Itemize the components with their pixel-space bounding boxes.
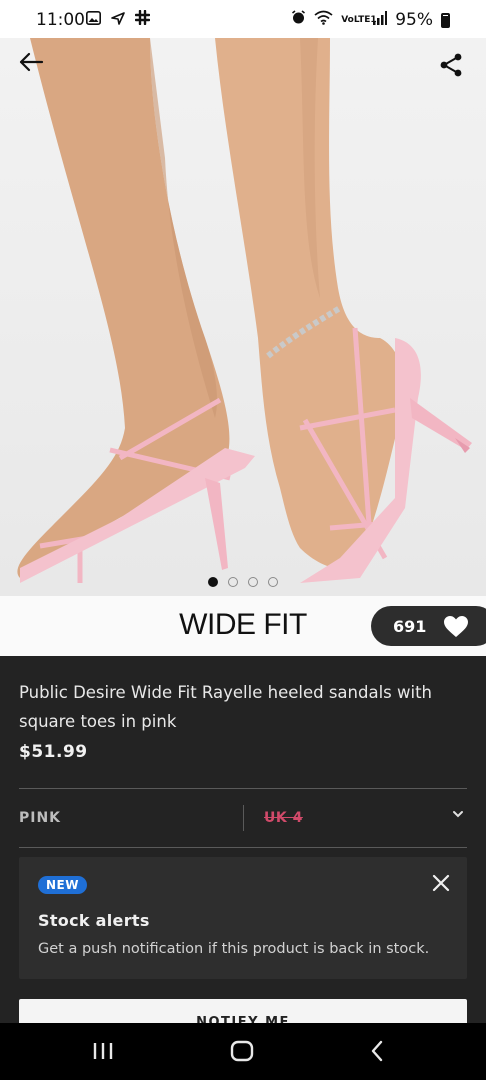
pagination-dot-4[interactable] [268, 577, 278, 587]
share-icon [440, 53, 462, 77]
close-alert-button[interactable] [429, 871, 453, 895]
wifi-icon [314, 10, 333, 30]
sandal-illustration [17, 38, 472, 583]
size-select[interactable]: UK 4 [264, 810, 303, 826]
recents-icon[interactable] [92, 1041, 114, 1061]
colour-label: PINK [19, 810, 62, 826]
product-title: Public Desire Wide Fit Rayelle heeled sa… [19, 683, 433, 731]
chevron-down-icon[interactable] [451, 807, 465, 821]
image-pagination [0, 577, 486, 587]
share-button[interactable] [438, 52, 472, 86]
pagination-dot-1[interactable] [208, 577, 218, 587]
airplane-icon [111, 10, 125, 30]
heart-icon [444, 615, 468, 637]
brand-strip: WIDE FIT 691 [0, 596, 486, 656]
back-icon[interactable] [368, 1039, 386, 1063]
battery-percent: 95% [395, 10, 433, 30]
pagination-dot-2[interactable] [228, 577, 238, 587]
colour-size-selector: PINK UK 4 [19, 788, 467, 848]
save-for-later-button[interactable]: 691 [371, 606, 486, 646]
notify-me-button[interactable]: NOTIFY ME [19, 999, 467, 1025]
network-label: VoLTE1 [341, 14, 377, 25]
stock-alert-title: Stock alerts [38, 911, 150, 930]
alarm-icon [291, 10, 306, 30]
stock-alert-text: Get a push notification if this product … [38, 941, 430, 957]
new-badge: NEW [38, 876, 87, 894]
battery-icon [441, 12, 450, 28]
status-bar: 11:00 VoLTE1 95% [0, 0, 486, 38]
selector-divider [243, 805, 244, 831]
close-icon [432, 874, 450, 892]
gallery-icon [86, 10, 101, 30]
slack-icon [134, 9, 151, 30]
stock-alert-card: NEW Stock alerts Get a push notification… [19, 857, 467, 979]
home-icon[interactable] [230, 1040, 254, 1062]
product-price: $51.99 [19, 742, 88, 762]
back-button[interactable] [18, 52, 52, 86]
pagination-dot-3[interactable] [248, 577, 258, 587]
signal-icon [373, 10, 388, 30]
status-time: 11:00 [36, 10, 85, 30]
system-nav-bar [0, 1023, 486, 1080]
arrow-left-icon [19, 52, 44, 72]
saved-count: 691 [393, 616, 427, 636]
product-image[interactable] [0, 38, 486, 596]
